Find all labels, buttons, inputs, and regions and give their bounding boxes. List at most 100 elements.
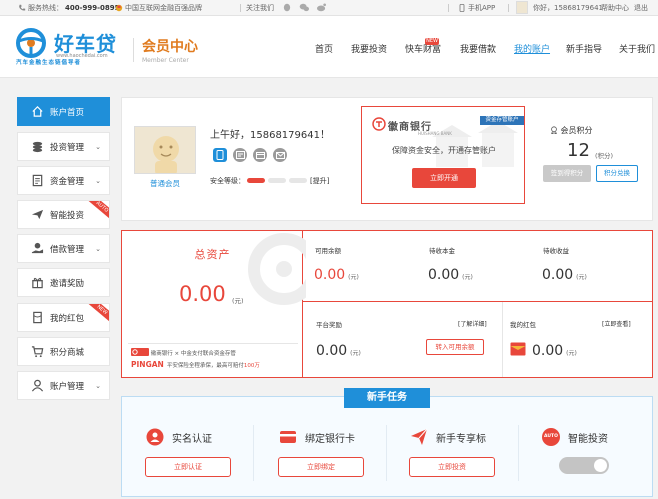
phone-verified-icon[interactable] bbox=[213, 148, 227, 162]
task-name: 新手专享标 bbox=[436, 434, 486, 445]
greeting: 上午好，15868179641！ bbox=[210, 130, 330, 141]
logo-slogan: 汽车金融生态链倡导者 bbox=[16, 60, 82, 66]
redpacket-label: 我的红包 bbox=[510, 321, 536, 329]
divider bbox=[386, 425, 387, 481]
points-icon bbox=[550, 126, 558, 135]
avatar[interactable] bbox=[134, 126, 196, 174]
top-bar: 服务热线： 400-999-0895 中国互联网金融百强品牌 关注我们 手机APP… bbox=[0, 0, 658, 16]
home-icon bbox=[30, 105, 44, 119]
sidebar-item-label: 账户管理 bbox=[50, 381, 85, 392]
document-icon bbox=[30, 174, 44, 188]
auto-ribbon: AUTO bbox=[87, 201, 109, 221]
divider bbox=[253, 425, 254, 481]
unit-label: (元) bbox=[348, 274, 359, 281]
redpacket: 0.00 (元) bbox=[532, 343, 577, 359]
insurance-text: 平安保险全程承保，最高可赔付 bbox=[166, 363, 244, 369]
available-balance-value: 0.00 bbox=[314, 267, 346, 283]
coins-icon bbox=[30, 140, 44, 154]
divider bbox=[448, 4, 449, 12]
user-greeting[interactable]: 你好，15868179641 bbox=[533, 3, 603, 13]
follow-label: 关注我们 bbox=[246, 4, 274, 12]
help-link[interactable]: 帮助中心 bbox=[601, 3, 629, 13]
bank-en-name: HUISHANG BANK bbox=[418, 131, 452, 136]
signin-points-button[interactable]: 签到得积分 bbox=[543, 165, 591, 182]
unit-label: (元) bbox=[462, 274, 473, 281]
pingan-logo: PINGAN bbox=[131, 360, 164, 369]
transfer-to-balance-button[interactable]: 转入可用余额 bbox=[426, 339, 484, 355]
hotline: 服务热线： 400-999-0895 bbox=[18, 3, 120, 13]
tasks-title: 新手任务 bbox=[344, 388, 430, 408]
gift-icon bbox=[30, 276, 44, 290]
task-name: 实名认证 bbox=[172, 434, 212, 445]
sidebar-item-fund-manage[interactable]: 资金管理 ⌄ bbox=[17, 166, 110, 195]
exchange-points-button[interactable]: 积分兑换 bbox=[596, 165, 638, 182]
sidebar-item-invest-manage[interactable]: 投资管理 ⌄ bbox=[17, 132, 110, 161]
email-icon[interactable] bbox=[273, 148, 287, 162]
cart-icon bbox=[30, 345, 44, 359]
insurance-amount: 100万 bbox=[243, 363, 260, 369]
sidebar-item-points-mall[interactable]: 积分商城 bbox=[17, 337, 110, 366]
total-assets-section: 总资产 0.00 (元) 徽商银行 × 中金支付联合资金存管 PINGAN 平安保… bbox=[122, 231, 306, 377]
custody-text: 徽商银行 × 中金支付联合资金存管 bbox=[150, 351, 236, 357]
sidebar-item-my-redpacket[interactable]: 我的红包 NEW bbox=[17, 303, 110, 332]
pending-principal-value: 0.00 bbox=[428, 267, 460, 283]
security-bar-empty bbox=[268, 178, 286, 183]
invest-now-button[interactable]: 立即投资 bbox=[409, 457, 495, 477]
nav-guide[interactable]: 新手指导 bbox=[566, 42, 602, 55]
smart-invest-toggle[interactable] bbox=[559, 457, 609, 474]
steering-wheel-logo-icon bbox=[16, 28, 46, 58]
bind-now-button[interactable]: 立即绑定 bbox=[278, 457, 364, 477]
sidebar-item-label: 积分商城 bbox=[50, 347, 85, 358]
sidebar-item-label: 资金管理 bbox=[50, 176, 85, 187]
platform-reward: 0.00 (元) bbox=[316, 343, 361, 359]
weibo-icon[interactable] bbox=[316, 3, 327, 12]
security-upgrade-link[interactable]: [提升] bbox=[310, 176, 329, 186]
mobile-app-link[interactable]: 手机APP bbox=[458, 3, 495, 13]
divider bbox=[508, 4, 509, 12]
nav-new-badge: NEW bbox=[425, 38, 439, 45]
hand-coin-icon bbox=[30, 242, 44, 256]
security-bar-filled bbox=[247, 178, 265, 183]
phone-icon bbox=[19, 4, 26, 11]
task-name: 绑定银行卡 bbox=[305, 434, 355, 445]
sidebar-item-account-manage[interactable]: 账户管理 ⌄ bbox=[17, 371, 110, 400]
unit-label: (元) bbox=[566, 350, 577, 357]
redpacket-envelope-icon bbox=[510, 342, 526, 356]
chevron-down-icon: ⌄ bbox=[95, 382, 101, 390]
medal-icon bbox=[115, 4, 123, 12]
redpacket-view-link[interactable]: [立即查看] bbox=[602, 319, 631, 328]
bank-custody-box: 徽商银行 HUISHANG BANK 资金存管账户 保障资金安全，开通存管账户 … bbox=[361, 106, 525, 204]
sidebar-item-invite-reward[interactable]: 邀请奖励 bbox=[17, 268, 110, 297]
sidebar-item-smart-invest[interactable]: 智能投资 AUTO bbox=[17, 200, 110, 229]
wechat-icon[interactable] bbox=[299, 3, 310, 12]
pending-income-label: 待收收益 bbox=[543, 247, 569, 255]
sidebar-item-label: 我的红包 bbox=[50, 313, 85, 324]
open-custody-button[interactable]: 立即开通 bbox=[412, 168, 476, 188]
chevron-down-icon: ⌄ bbox=[95, 177, 101, 185]
available-balance-label: 可用余额 bbox=[315, 247, 341, 255]
bank-card-icon bbox=[280, 431, 296, 443]
id-badge-icon bbox=[146, 428, 164, 446]
nav-about[interactable]: 关于我们 bbox=[619, 42, 655, 55]
nav-my-account[interactable]: 我的账户 bbox=[514, 42, 550, 55]
security-level-label: 安全等级： bbox=[210, 177, 245, 185]
nav-borrow[interactable]: 我要借款 bbox=[460, 42, 496, 55]
id-card-icon[interactable] bbox=[233, 148, 247, 162]
huishang-bank-logo-icon bbox=[372, 117, 386, 131]
header: 好车贷 www.haochedai.com 汽车金融生态链倡导者 会员中心 Me… bbox=[0, 16, 658, 78]
qq-icon[interactable] bbox=[282, 3, 292, 12]
sidebar-item-loan-manage[interactable]: 借款管理 ⌄ bbox=[17, 234, 110, 263]
sidebar-item-account-home[interactable]: 账户首页 bbox=[17, 97, 110, 126]
logout-label: 退出 bbox=[634, 4, 648, 12]
logout-link[interactable]: 退出 bbox=[634, 3, 648, 13]
paper-plane-icon bbox=[411, 428, 428, 445]
logo[interactable]: 好车贷 www.haochedai.com 汽车金融生态链倡导者 bbox=[16, 28, 128, 68]
verify-now-button[interactable]: 立即认证 bbox=[145, 457, 231, 477]
nav-home[interactable]: 首页 bbox=[315, 42, 333, 55]
divider bbox=[502, 302, 503, 377]
reward-detail-link[interactable]: [了解详细] bbox=[458, 319, 487, 328]
plane-icon bbox=[30, 208, 44, 222]
nav-invest[interactable]: 我要投资 bbox=[351, 42, 387, 55]
divider bbox=[303, 301, 652, 302]
bank-card-icon[interactable] bbox=[253, 148, 267, 162]
